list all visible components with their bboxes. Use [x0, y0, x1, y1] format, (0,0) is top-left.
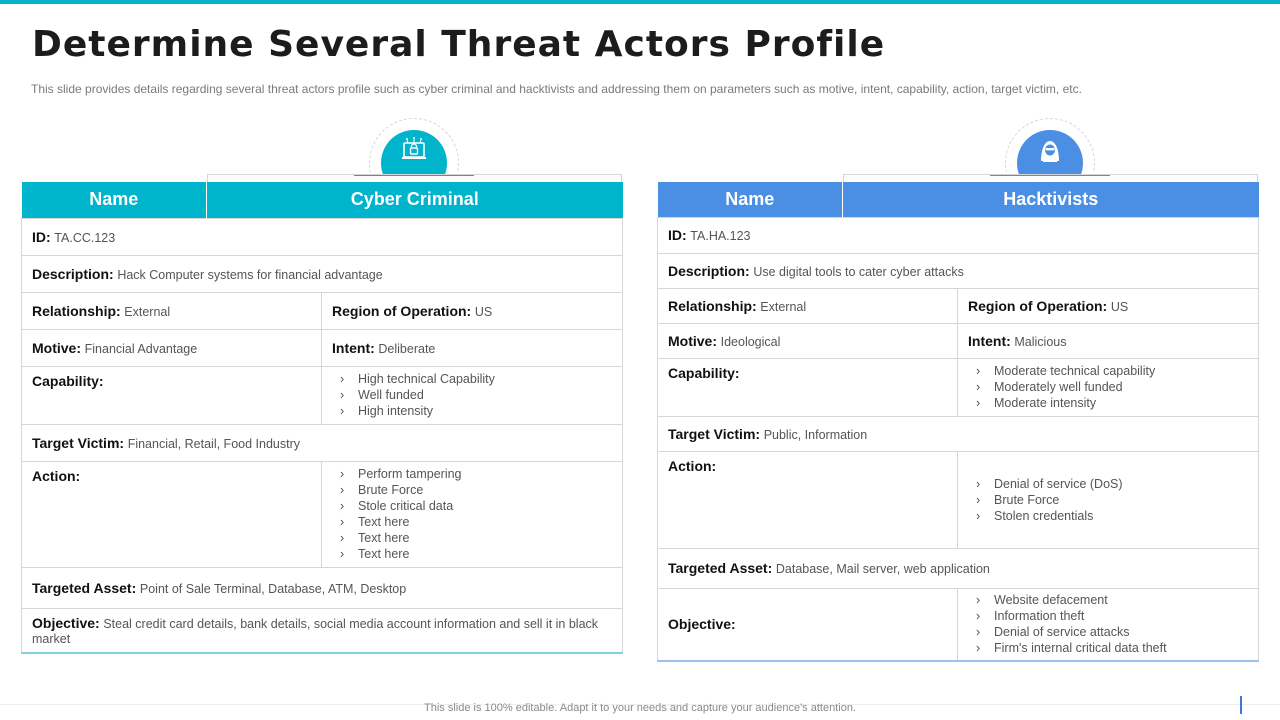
row-id: ID: TA.CC.123	[20, 217, 624, 256]
capability-list: Moderate technical capability Moderately…	[968, 363, 1248, 411]
row-target-victim: Target Victim: Public, Information	[657, 415, 1259, 452]
list-item: Firm's internal critical data theft	[976, 640, 1248, 656]
id-label: ID:	[32, 228, 51, 245]
page-title: Determine Several Threat Actors Profile	[32, 24, 886, 65]
intent-label: Intent:	[332, 339, 375, 356]
cyber-criminal-laptop-icon	[402, 137, 426, 159]
top-accent-bar	[0, 0, 1280, 4]
list-item: Stolen credentials	[976, 508, 1248, 524]
motive-value: Ideological	[720, 334, 781, 349]
target-victim-value: Financial, Retail, Food Industry	[127, 436, 300, 451]
intent-value: Deliberate	[378, 341, 436, 356]
list-item: Brute Force	[976, 492, 1248, 508]
row-objective: Objective: Website defacement Informatio…	[657, 587, 1259, 662]
region-label: Region of Operation:	[968, 297, 1108, 314]
row-motive: Motive: Financial Advantage Intent: Deli…	[21, 328, 624, 367]
list-item: Moderately well funded	[976, 379, 1248, 395]
id-label: ID:	[668, 227, 687, 243]
list-item: Text here	[340, 546, 612, 562]
table-header: Name Cyber Criminal	[21, 182, 623, 218]
list-item: Well funded	[340, 387, 612, 403]
relationship-value: External	[760, 299, 807, 314]
id-value: TA.HA.123	[690, 229, 751, 243]
header-actor-name: Cyber Criminal	[350, 189, 479, 210]
list-item: Text here	[340, 530, 612, 546]
description-label: Description:	[668, 262, 750, 279]
row-description: Description: Hack Computer systems for f…	[20, 254, 624, 293]
capability-list: High technical Capability Well funded Hi…	[332, 371, 612, 419]
target-victim-label: Target Victim:	[32, 434, 125, 451]
target-victim-value: Public, Information	[763, 427, 868, 442]
region-value: US	[474, 304, 493, 319]
intent-value: Malicious	[1014, 334, 1067, 349]
description-value: Use digital tools to cater cyber attacks	[753, 264, 964, 279]
action-list: Denial of service (DoS) Brute Force Stol…	[968, 476, 1248, 524]
header-name: Name	[657, 182, 843, 217]
objective-list: Website defacement Information theft Den…	[968, 592, 1248, 656]
row-capability: Capability: High technical Capability We…	[21, 365, 624, 425]
action-label: Action:	[32, 467, 81, 484]
list-item: Text here	[340, 514, 612, 530]
region-value: US	[1110, 299, 1129, 314]
intent-label: Intent:	[968, 332, 1011, 349]
row-description: Description: Use digital tools to cater …	[657, 252, 1259, 289]
objective-label: Objective:	[32, 614, 100, 631]
relationship-label: Relationship:	[32, 302, 121, 319]
targeted-asset-label: Targeted Asset:	[32, 579, 137, 596]
targeted-asset-value: Point of Sale Terminal, Database, ATM, D…	[139, 581, 407, 596]
motive-label: Motive:	[32, 339, 81, 356]
footer-note: This slide is 100% editable. Adapt it to…	[424, 702, 856, 714]
action-list: Perform tampering Brute Force Stole crit…	[332, 466, 612, 562]
corner-mark	[1240, 696, 1242, 714]
list-item: Brute Force	[340, 482, 612, 498]
cyber-criminal-icon-badge	[354, 118, 474, 176]
cyber-criminal-profile-table: Name Cyber Criminal ID: TA.CC.123 Descri…	[20, 182, 624, 654]
row-capability: Capability: Moderate technical capabilit…	[657, 357, 1259, 417]
page-subtitle: This slide provides details regarding se…	[31, 82, 1082, 96]
action-label: Action:	[668, 457, 717, 474]
hacktivist-icon-badge	[990, 118, 1110, 176]
row-targeted-asset: Targeted Asset: Database, Mail server, w…	[657, 547, 1259, 589]
row-action: Action: Denial of service (DoS) Brute Fo…	[657, 450, 1259, 549]
region-label: Region of Operation:	[332, 302, 472, 319]
motive-label: Motive:	[668, 332, 717, 349]
list-item: Perform tampering	[340, 466, 612, 482]
row-action: Action: Perform tampering Brute Force St…	[21, 460, 624, 568]
targeted-asset-label: Targeted Asset:	[668, 560, 773, 576]
row-motive: Motive: Ideological Intent: Malicious	[657, 322, 1259, 359]
list-item: Moderate technical capability	[976, 363, 1248, 379]
list-item: Moderate intensity	[976, 395, 1248, 411]
id-value: TA.CC.123	[54, 230, 116, 245]
capability-label: Capability:	[32, 372, 104, 389]
list-item: Information theft	[976, 608, 1248, 624]
row-relationship: Relationship: External Region of Operati…	[657, 287, 1259, 324]
targeted-asset-value: Database, Mail server, web application	[775, 562, 990, 576]
hacktivists-profile-table: Name Hacktivists ID: TA.HA.123 Descripti…	[657, 182, 1259, 662]
objective-label: Objective:	[668, 616, 736, 633]
row-id: ID: TA.HA.123	[657, 216, 1259, 254]
relationship-value: External	[124, 304, 171, 319]
header-actor-name: Hacktivists	[1003, 188, 1099, 209]
capability-label: Capability:	[668, 364, 740, 381]
list-item: Website defacement	[976, 592, 1248, 608]
list-item: Denial of service (DoS)	[976, 476, 1248, 492]
list-item: High technical Capability	[340, 371, 612, 387]
hacker-hood-icon	[1041, 141, 1059, 162]
target-victim-label: Target Victim:	[668, 425, 761, 442]
list-item: Stole critical data	[340, 498, 612, 514]
description-value: Hack Computer systems for financial adva…	[117, 267, 383, 282]
row-targeted-asset: Targeted Asset: Point of Sale Terminal, …	[20, 566, 624, 609]
list-item: Denial of service attacks	[976, 624, 1248, 640]
row-relationship: Relationship: External Region of Operati…	[21, 291, 624, 330]
table-header: Name Hacktivists	[657, 182, 1259, 217]
row-objective: Objective: Steal credit card details, ba…	[20, 607, 624, 654]
motive-value: Financial Advantage	[84, 341, 198, 356]
header-name: Name	[21, 182, 207, 218]
relationship-label: Relationship:	[668, 297, 757, 314]
objective-value: Steal credit card details, bank details,…	[32, 616, 599, 646]
description-label: Description:	[32, 265, 114, 282]
list-item: High intensity	[340, 403, 612, 419]
row-target-victim: Target Victim: Financial, Retail, Food I…	[20, 423, 624, 462]
